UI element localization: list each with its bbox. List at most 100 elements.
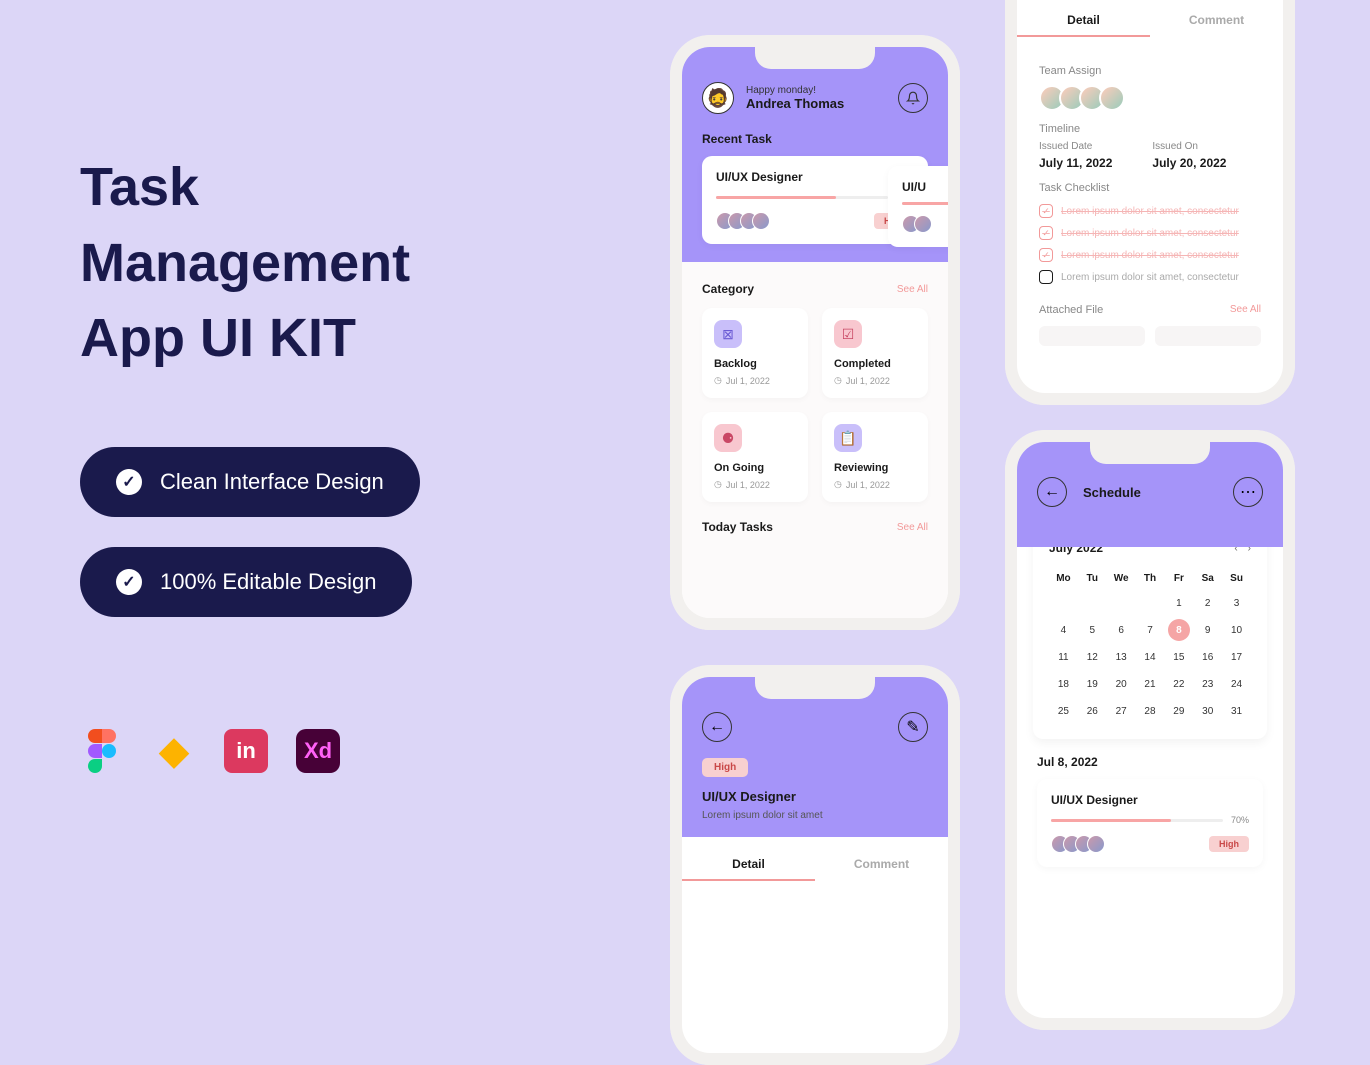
cal-day[interactable]: 20	[1107, 673, 1136, 696]
cal-day[interactable]: 18	[1049, 673, 1078, 696]
bell-icon	[906, 91, 920, 105]
clock-icon: ◷	[714, 375, 722, 386]
cal-day[interactable]: 7	[1136, 619, 1165, 642]
cal-day[interactable]: 25	[1049, 700, 1078, 723]
checklist-item[interactable]: ✓Lorem ipsum dolor sit amet, consectetur	[1039, 248, 1261, 262]
checkbox-icon: ✓	[1039, 248, 1053, 262]
today-tasks-label: Today Tasks	[702, 520, 773, 534]
cal-day[interactable]: 26	[1078, 700, 1107, 723]
task-assignees	[1051, 835, 1105, 853]
cal-day[interactable]: 30	[1193, 700, 1222, 723]
see-all-link[interactable]: See All	[1230, 304, 1261, 316]
timeline-label: Timeline	[1039, 123, 1261, 135]
edit-button[interactable]: ✎	[898, 712, 928, 742]
checklist-item[interactable]: Lorem ipsum dolor sit amet, consectetur	[1039, 270, 1261, 284]
cal-day[interactable]: 28	[1136, 700, 1165, 723]
tab-detail[interactable]: Detail	[1017, 3, 1150, 37]
phone-detail: Detail Comment Team Assign Timeline Issu…	[1005, 0, 1295, 405]
calendar-card: July 2022 ‹ › MoTuWeThFrSaSu123456789101…	[1033, 525, 1267, 739]
cal-dow: Tu	[1078, 569, 1107, 588]
task-title: UI/UX Designer	[1051, 793, 1249, 807]
category-reviewing[interactable]: 📋 Reviewing ◷Jul 1, 2022	[822, 412, 928, 502]
cal-day[interactable]: 10	[1222, 619, 1251, 642]
cal-day[interactable]: 8	[1168, 619, 1190, 641]
cal-day[interactable]: 5	[1078, 619, 1107, 642]
cal-day[interactable]: 17	[1222, 646, 1251, 669]
clock-icon: ◷	[834, 375, 842, 386]
team-assign-label: Team Assign	[1039, 65, 1261, 77]
promo-panel: Task Management App UI KIT ✓ Clean Inter…	[0, 0, 570, 913]
back-button[interactable]: ←	[1037, 477, 1067, 507]
cal-day[interactable]: 27	[1107, 700, 1136, 723]
issued-on-label: Issued On	[1152, 141, 1226, 152]
category-ongoing[interactable]: ⚈ On Going ◷Jul 1, 2022	[702, 412, 808, 502]
phone-schedule: ← Schedule ⋯ July 2022 ‹ › MoTuWeThFrSaS…	[1005, 430, 1295, 1030]
task-title: UI/UX Designer	[702, 789, 928, 804]
cal-day	[1107, 592, 1136, 615]
cal-dow: Mo	[1049, 569, 1078, 588]
checkbox-icon: ✓	[1039, 226, 1053, 240]
task-progress-bar	[716, 196, 888, 199]
cal-day[interactable]: 13	[1107, 646, 1136, 669]
recent-task-card-peek[interactable]: UI/U	[888, 166, 948, 247]
priority-badge: High	[702, 758, 748, 777]
cal-day[interactable]: 24	[1222, 673, 1251, 696]
task-progress-bar	[1051, 819, 1223, 822]
cal-dow: Su	[1222, 569, 1251, 588]
cal-day[interactable]: 6	[1107, 619, 1136, 642]
clock-icon: ◷	[834, 479, 842, 490]
cal-day[interactable]: 3	[1222, 592, 1251, 615]
cal-day[interactable]: 4	[1049, 619, 1078, 642]
schedule-task-card[interactable]: UI/UX Designer 70% High	[1037, 779, 1263, 867]
see-all-link[interactable]: See All	[897, 522, 928, 533]
phone-home: 🧔 Happy monday! Andrea Thomas Recent Tas…	[670, 35, 960, 630]
share-icon: ⚈	[714, 424, 742, 452]
checklist-item[interactable]: ✓Lorem ipsum dolor sit amet, consectetur	[1039, 204, 1261, 218]
cal-day[interactable]: 9	[1193, 619, 1222, 642]
see-all-link[interactable]: See All	[897, 284, 928, 295]
tab-comment[interactable]: Comment	[815, 847, 948, 881]
notification-button[interactable]	[898, 83, 928, 113]
cal-day[interactable]: 23	[1193, 673, 1222, 696]
feature-pill: ✓ 100% Editable Design	[80, 547, 412, 617]
task-assignees	[716, 212, 770, 230]
cal-day[interactable]: 29	[1164, 700, 1193, 723]
cal-day[interactable]: 21	[1136, 673, 1165, 696]
cal-day[interactable]: 2	[1193, 592, 1222, 615]
priority-badge: High	[1209, 836, 1249, 852]
clock-icon: ◷	[714, 479, 722, 490]
cal-dow: Sa	[1193, 569, 1222, 588]
tab-detail[interactable]: Detail	[682, 847, 815, 881]
cal-day[interactable]: 15	[1164, 646, 1193, 669]
task-progress-pct: 70%	[1231, 815, 1249, 825]
invision-icon: in	[224, 729, 268, 773]
promo-title: Task Management App UI KIT	[80, 150, 490, 377]
selected-date: Jul 8, 2022	[1037, 755, 1263, 769]
tool-icons: ◆ in Xd	[80, 729, 340, 773]
tab-comment[interactable]: Comment	[1150, 3, 1283, 37]
category-backlog[interactable]: ⊠ Backlog ◷Jul 1, 2022	[702, 308, 808, 398]
back-button[interactable]: ←	[702, 712, 732, 742]
feature-pill: ✓ Clean Interface Design	[80, 447, 420, 517]
cal-day	[1136, 592, 1165, 615]
more-button[interactable]: ⋯	[1233, 477, 1263, 507]
cal-dow: Fr	[1164, 569, 1193, 588]
checklist-item[interactable]: ✓Lorem ipsum dolor sit amet, consectetur	[1039, 226, 1261, 240]
cal-day[interactable]: 1	[1164, 592, 1193, 615]
user-avatar[interactable]: 🧔	[702, 82, 734, 114]
cal-day[interactable]: 12	[1078, 646, 1107, 669]
check-square-icon: ☑	[834, 320, 862, 348]
check-icon: ✓	[116, 469, 142, 495]
checkbox-icon	[1039, 270, 1053, 284]
cal-day[interactable]: 16	[1193, 646, 1222, 669]
username-text: Andrea Thomas	[746, 96, 844, 111]
cal-day[interactable]: 14	[1136, 646, 1165, 669]
cal-day[interactable]: 11	[1049, 646, 1078, 669]
category-completed[interactable]: ☑ Completed ◷Jul 1, 2022	[822, 308, 928, 398]
cal-day[interactable]: 31	[1222, 700, 1251, 723]
cal-day[interactable]: 19	[1078, 673, 1107, 696]
check-icon: ✓	[116, 569, 142, 595]
recent-task-label: Recent Task	[702, 132, 928, 146]
cal-dow: We	[1107, 569, 1136, 588]
cal-day[interactable]: 22	[1164, 673, 1193, 696]
